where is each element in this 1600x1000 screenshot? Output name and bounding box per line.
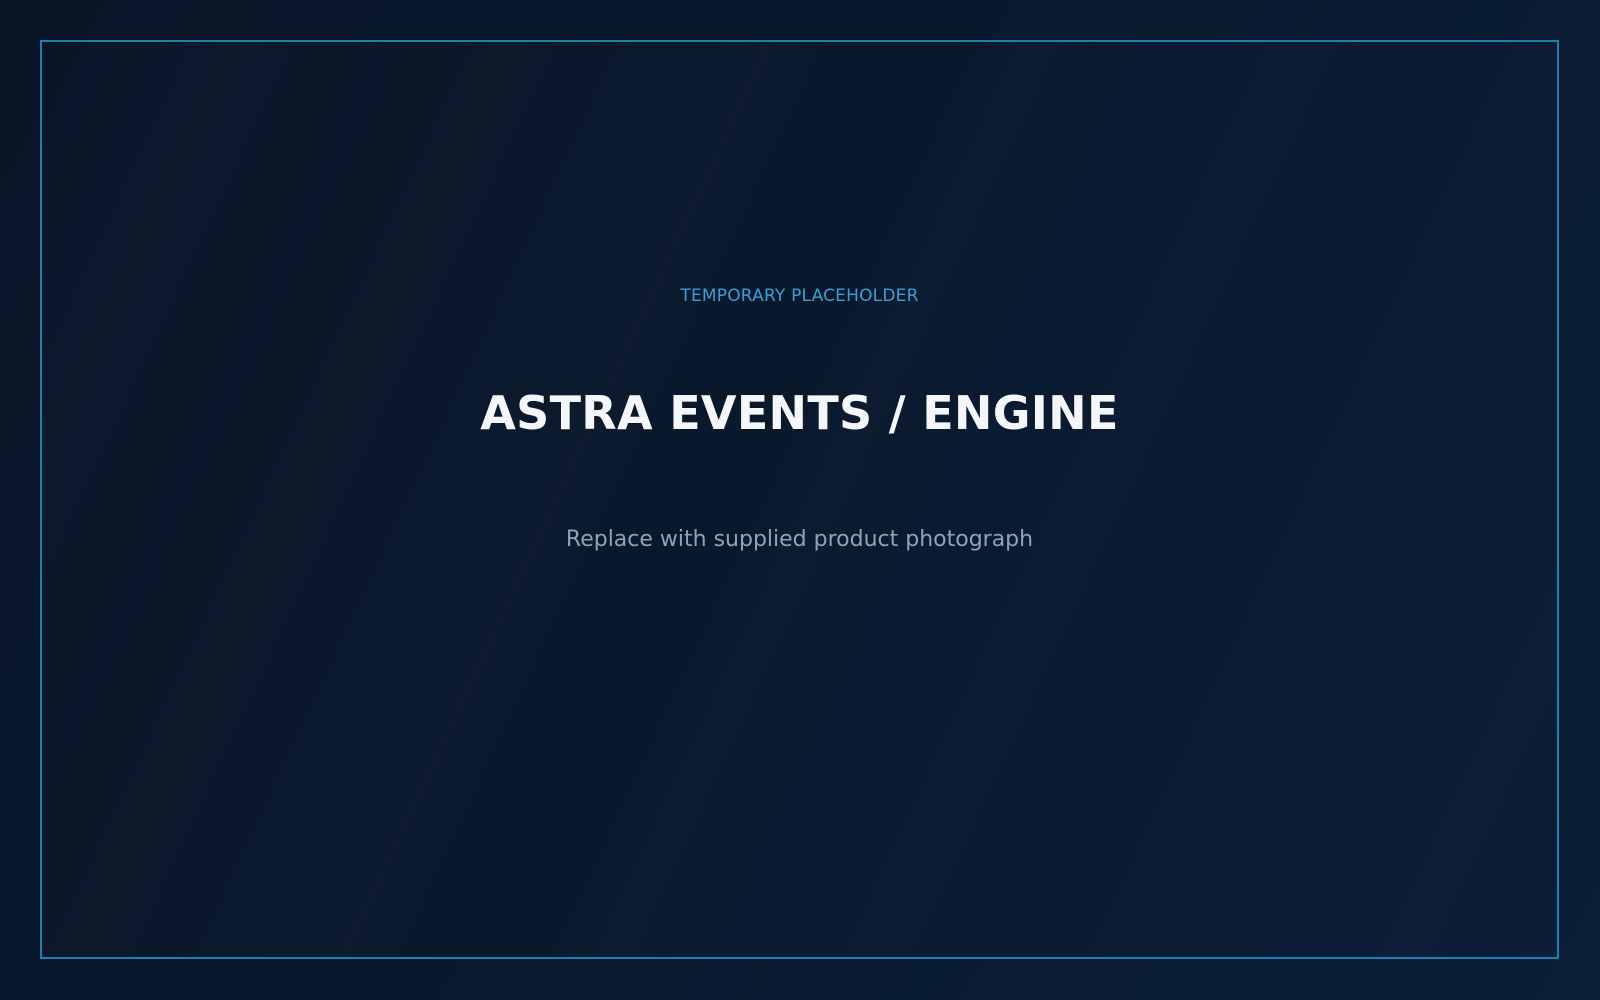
placeholder-subtitle: Replace with supplied product photograph: [565, 527, 1034, 552]
image-placeholder-frame: TEMPORARY PLACEHOLDER ASTRA EVENTS / ENG…: [40, 40, 1559, 959]
placeholder-background-pattern: [42, 42, 1557, 957]
placeholder-title: ASTRA EVENTS / ENGINE: [480, 386, 1119, 440]
placeholder-eyebrow-label: TEMPORARY PLACEHOLDER: [680, 286, 919, 306]
